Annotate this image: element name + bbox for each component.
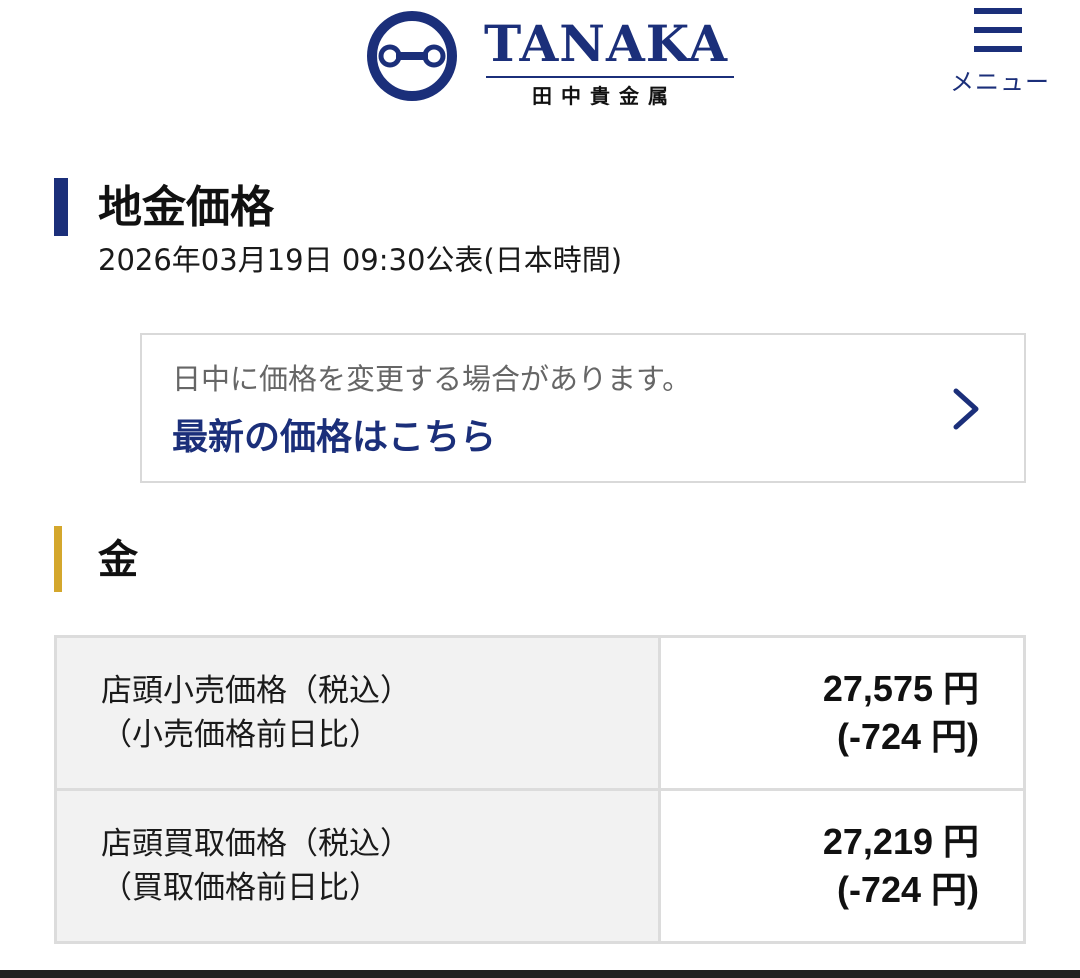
tanaka-logo-link[interactable]: TANAKA 田中貴金属	[366, 10, 738, 108]
retail-price-change: (-724 円)	[836, 716, 979, 757]
gold-accent-bar	[54, 526, 62, 592]
buyback-price: 27,219 円	[822, 821, 979, 862]
buyback-price-label-line2: （買取価格前日比）	[101, 870, 380, 906]
latest-price-link-card[interactable]: 日中に価格を変更する場合があります。 最新の価格はこちら	[140, 333, 1026, 483]
brand-subtitle: 田中貴金属	[532, 84, 677, 108]
buyback-price-label-line1: 店頭買取価格（税込）	[101, 826, 411, 862]
title-accent-bar	[54, 178, 68, 236]
hamburger-menu-icon	[974, 8, 1022, 52]
site-header: TANAKA 田中貴金属 メニュー	[0, 0, 1080, 130]
brand-divider	[486, 76, 734, 78]
retail-price-label: 店頭小売価格（税込） （小売価格前日比）	[54, 635, 661, 791]
brand-name: TANAKA	[484, 14, 728, 73]
gold-section-title: 金	[98, 537, 138, 583]
gold-price-table: 店頭小売価格（税込） （小売価格前日比） 27,575 円 (-724 円) 店…	[54, 635, 1027, 944]
price-change-notice: 日中に価格を変更する場合があります。	[172, 362, 692, 396]
buyback-price-label: 店頭買取価格（税込） （買取価格前日比）	[54, 788, 661, 944]
page-title: 地金価格	[98, 182, 274, 233]
retail-price: 27,575 円	[822, 668, 979, 709]
page: TANAKA 田中貴金属 メニュー 地金価格 2026年03月19日 09:30…	[0, 0, 1080, 978]
chevron-right-icon	[953, 388, 979, 430]
latest-price-link-label: 最新の価格はこちら	[172, 417, 497, 458]
bottom-divider	[0, 970, 1080, 978]
table-row: 店頭買取価格（税込） （買取価格前日比） 27,219 円 (-724 円)	[54, 788, 1027, 944]
table-row: 店頭小売価格（税込） （小売価格前日比） 27,575 円 (-724 円)	[54, 635, 1027, 791]
buyback-price-change: (-724 円)	[836, 869, 979, 910]
tanaka-logo-mark-icon	[367, 11, 457, 101]
retail-price-label-line2: （小売価格前日比）	[101, 717, 380, 753]
buyback-price-value: 27,219 円 (-724 円)	[657, 788, 1027, 944]
menu-label: メニュー	[950, 68, 1050, 96]
retail-price-value: 27,575 円 (-724 円)	[657, 635, 1027, 791]
retail-price-label-line1: 店頭小売価格（税込）	[101, 673, 411, 709]
menu-button[interactable]: メニュー	[944, 4, 1056, 96]
published-timestamp: 2026年03月19日 09:30公表(日本時間)	[98, 243, 623, 277]
